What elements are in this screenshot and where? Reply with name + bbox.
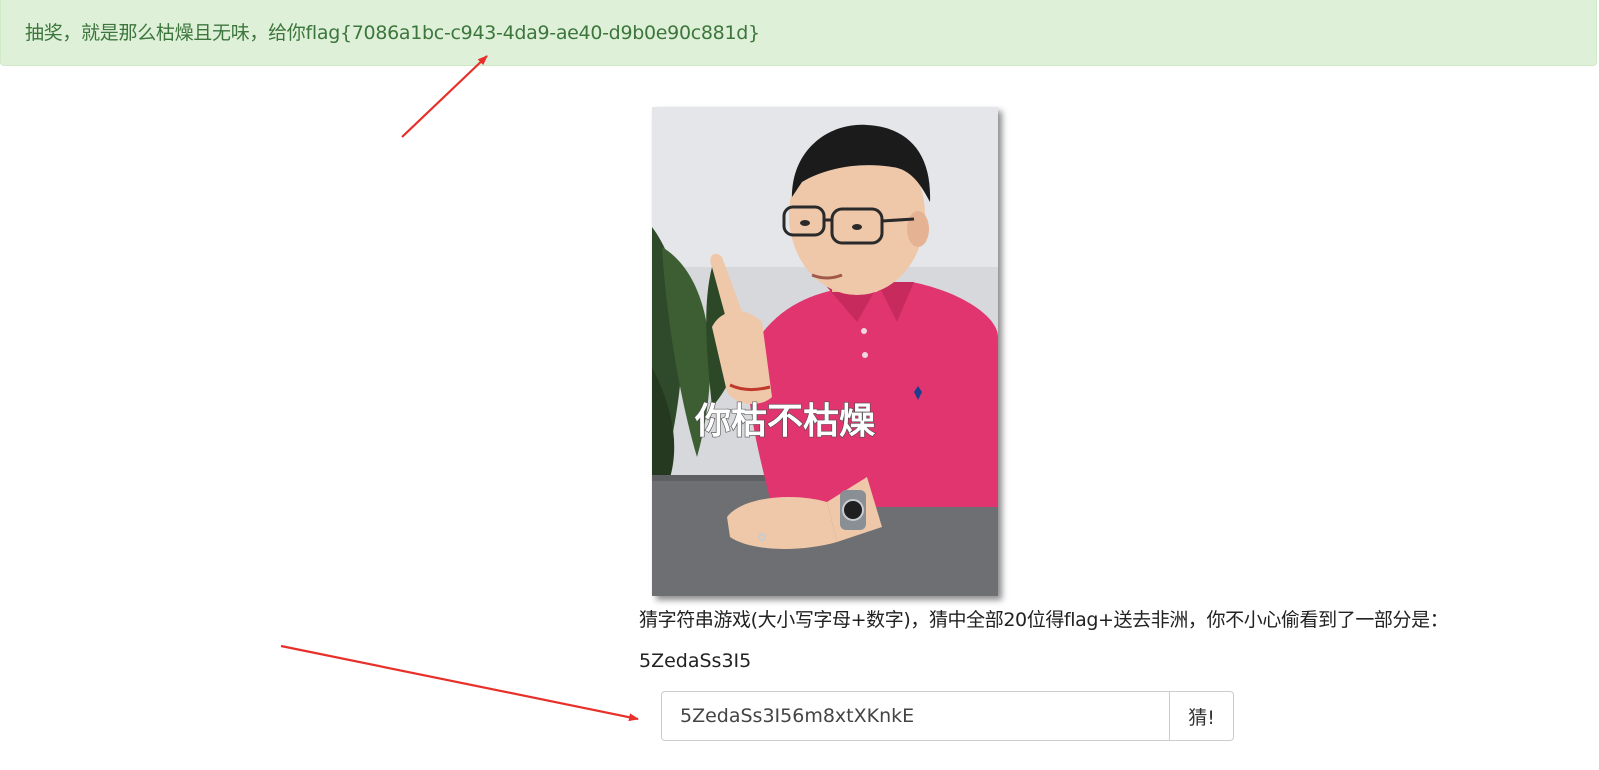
alert-message: 抽奖，就是那么枯燥且无味，给你flag{7086a1bc-c943-4da9-a…: [25, 22, 760, 44]
meme-image: 你枯不枯燥: [652, 107, 998, 596]
page: 抽奖，就是那么枯燥且无味，给你flag{7086a1bc-c943-4da9-a…: [0, 0, 1599, 770]
success-alert: 抽奖，就是那么枯燥且无味，给你flag{7086a1bc-c943-4da9-a…: [0, 0, 1597, 66]
guess-input[interactable]: [661, 691, 1169, 741]
arrow-to-input: [280, 644, 639, 722]
game-prompt: 猜字符串游戏(大小写字母+数字)，猜中全部20位得flag+送去非洲，你不小心偷…: [639, 609, 1449, 631]
guess-button[interactable]: 猜!: [1169, 691, 1234, 741]
arrow-to-flag: [401, 55, 488, 138]
partial-string: 5ZedaSs3I5: [639, 650, 752, 672]
photo-caption: 你枯不枯燥: [694, 401, 876, 442]
guess-form: 猜!: [661, 691, 1234, 741]
